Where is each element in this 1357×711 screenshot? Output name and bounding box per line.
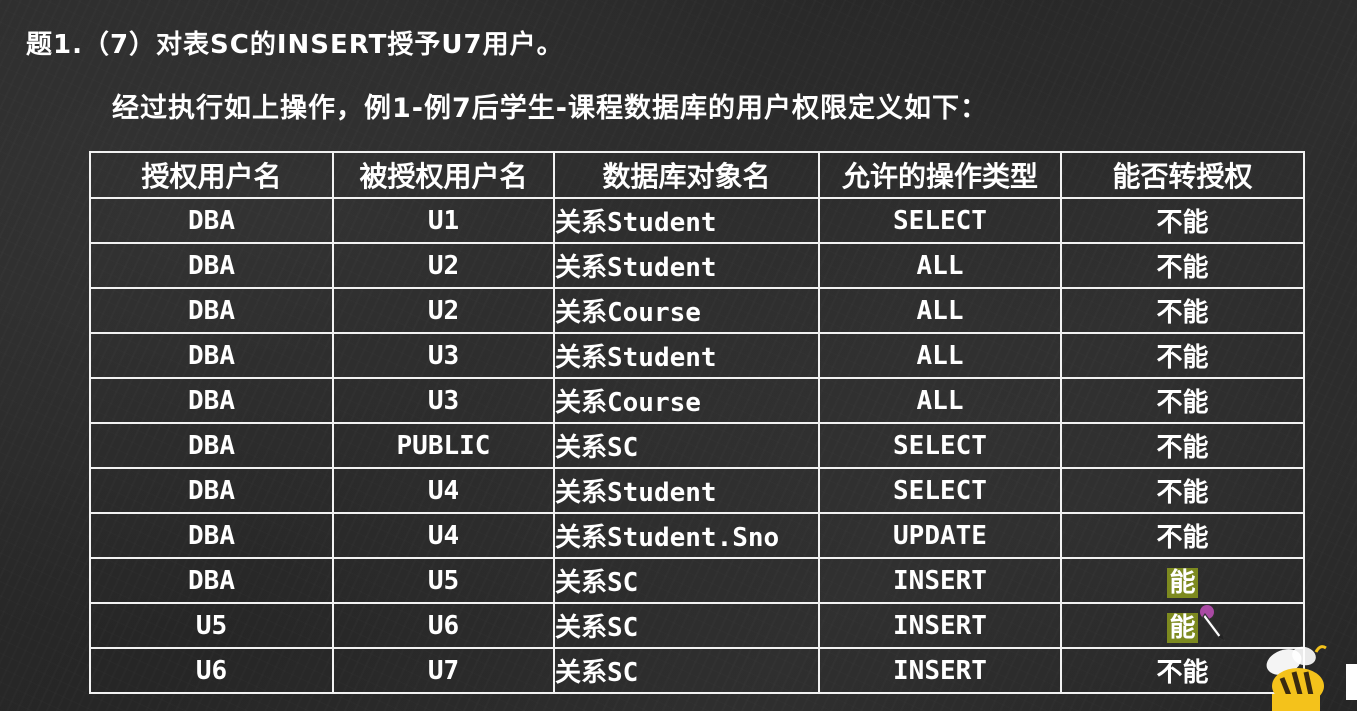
permission-table: 授权用户名 被授权用户名 数据库对象名 允许的操作类型 能否转授权 DBA U1 关… (89, 151, 1305, 694)
cell-grantee: PUBLIC (332, 422, 555, 469)
cell-operation: INSERT (818, 557, 1062, 604)
cell-object: 关系SC (553, 422, 820, 469)
cell-grantor: DBA (89, 242, 334, 289)
table-row: DBA U5 关系SC INSERT 能 (89, 557, 1305, 604)
table-row: DBA PUBLIC 关系SC SELECT 不能 (89, 422, 1305, 469)
bee-mascot-icon (1266, 645, 1357, 711)
cell-operation: ALL (818, 332, 1062, 379)
header-transfer: 能否转授权 (1060, 151, 1305, 199)
cell-grantor: DBA (89, 287, 334, 334)
cell-grantee: U5 (332, 557, 555, 604)
cell-operation: INSERT (818, 647, 1062, 694)
cell-grantee: U2 (332, 287, 555, 334)
cell-grantor: DBA (89, 557, 334, 604)
table-row: DBA U4 关系Student SELECT 不能 (89, 467, 1305, 514)
cell-grantor: DBA (89, 332, 334, 379)
cell-transfer: 不能 (1060, 332, 1305, 379)
cell-object: 关系SC (553, 557, 820, 604)
cell-transfer: 不能 (1060, 422, 1305, 469)
cell-object: 关系Course (553, 377, 820, 424)
cell-operation: SELECT (818, 422, 1062, 469)
cell-operation: SELECT (818, 197, 1062, 244)
table-row: DBA U2 关系Course ALL 不能 (89, 287, 1305, 334)
cell-grantee: U6 (332, 602, 555, 649)
cell-object: 关系SC (553, 647, 820, 694)
cell-transfer: 不能 (1060, 197, 1305, 244)
highlighted-transfer: 能 (1167, 613, 1198, 643)
cell-grantor: DBA (89, 377, 334, 424)
cell-operation: UPDATE (818, 512, 1062, 559)
cell-grantor: U5 (89, 602, 334, 649)
table-row: DBA U3 关系Student ALL 不能 (89, 332, 1305, 379)
slide-subtitle: 经过执行如上操作，例1-例7后学生-课程数据库的用户权限定义如下： (112, 93, 988, 124)
cell-grantor: U6 (89, 647, 334, 694)
cell-object: 关系SC (553, 602, 820, 649)
header-operation: 允许的操作类型 (818, 151, 1062, 199)
cell-grantee: U3 (332, 332, 555, 379)
cell-object: 关系Student (553, 332, 820, 379)
cell-transfer: 不能 (1060, 467, 1305, 514)
table-row: DBA U1 关系Student SELECT 不能 (89, 197, 1305, 244)
cell-object: 关系Student (553, 197, 820, 244)
slide-title: 题1.（7）对表SC的INSERT授予U7用户。 (26, 30, 564, 60)
cell-transfer: 不能 (1060, 287, 1305, 334)
cell-operation: SELECT (818, 467, 1062, 514)
cell-grantee: U4 (332, 512, 555, 559)
table-header-row: 授权用户名 被授权用户名 数据库对象名 允许的操作类型 能否转授权 (89, 151, 1305, 199)
cell-grantor: DBA (89, 512, 334, 559)
table-body: DBA U1 关系Student SELECT 不能 DBA U2 关系Student ALL 不… (89, 197, 1305, 694)
cell-operation: ALL (818, 287, 1062, 334)
cell-operation: ALL (818, 242, 1062, 289)
highlighted-transfer: 能 (1167, 568, 1198, 598)
cell-object: 关系Student.Sno (553, 512, 820, 559)
cell-grantor: DBA (89, 467, 334, 514)
cell-transfer: 不能 (1060, 242, 1305, 289)
cell-grantee: U3 (332, 377, 555, 424)
cell-grantee: U2 (332, 242, 555, 289)
cell-operation: INSERT (818, 602, 1062, 649)
header-grantor: 授权用户名 (89, 151, 334, 199)
cell-grantee: U4 (332, 467, 555, 514)
table-row: DBA U3 关系Course ALL 不能 (89, 377, 1305, 424)
cell-grantee: U7 (332, 647, 555, 694)
cell-transfer: 不能 (1060, 512, 1305, 559)
pen-cursor-icon (1200, 605, 1226, 642)
cell-object: 关系Course (553, 287, 820, 334)
table-row: U5 U6 关系SC INSERT 能 (89, 602, 1305, 649)
header-object: 数据库对象名 (553, 151, 820, 199)
cell-object: 关系Student (553, 467, 820, 514)
cell-grantor: DBA (89, 422, 334, 469)
cell-transfer: 能 (1060, 557, 1305, 604)
cell-object: 关系Student (553, 242, 820, 289)
table-row: U6 U7 关系SC INSERT 不能 (89, 647, 1305, 694)
cell-transfer: 不能 (1060, 377, 1305, 424)
cell-grantor: DBA (89, 197, 334, 244)
table-row: DBA U4 关系Student.Sno UPDATE 不能 (89, 512, 1305, 559)
header-grantee: 被授权用户名 (332, 151, 555, 199)
cell-grantee: U1 (332, 197, 555, 244)
table-row: DBA U2 关系Student ALL 不能 (89, 242, 1305, 289)
cell-operation: ALL (818, 377, 1062, 424)
